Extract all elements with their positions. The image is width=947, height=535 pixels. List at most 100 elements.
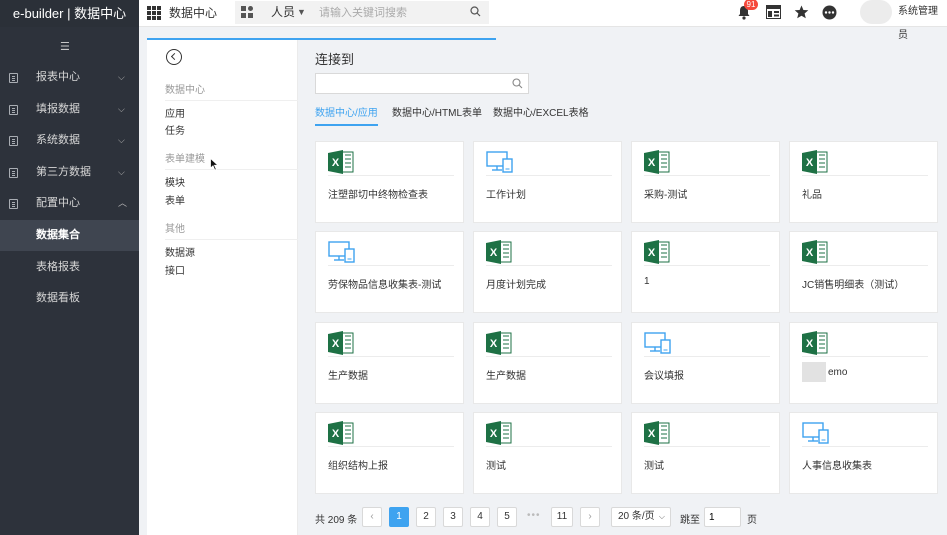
- card-label: 1: [644, 276, 650, 287]
- card-divider: [486, 356, 612, 357]
- app-window: e-builder | 数据中心 数据中心 人员 ▼ 91 系统管理员 ☰ 报表…: [0, 0, 947, 535]
- app-card[interactable]: 工作计划: [473, 141, 622, 223]
- app-card[interactable]: X1: [631, 231, 780, 313]
- app-card[interactable]: Xemo: [789, 322, 938, 404]
- panel-item-modules[interactable]: 模块: [165, 174, 185, 189]
- form-icon: [486, 150, 514, 177]
- excel-icon: X: [486, 331, 512, 358]
- app-card[interactable]: 劳保物品信息收集表-测试: [315, 231, 464, 313]
- app-card[interactable]: 会议填报: [631, 322, 780, 404]
- username[interactable]: 系统管理员: [898, 0, 947, 48]
- page-ellipsis[interactable]: •••: [527, 507, 541, 525]
- connect-search-input[interactable]: [320, 76, 505, 91]
- page-size-value: 20 条/页: [618, 511, 655, 522]
- svg-text:X: X: [332, 157, 340, 169]
- chevron-down-icon: ⌵: [118, 135, 125, 145]
- app-card[interactable]: X 测试: [473, 412, 622, 494]
- search-icon[interactable]: [512, 78, 523, 89]
- star-icon[interactable]: [794, 5, 809, 19]
- page-button[interactable]: 4: [470, 507, 490, 527]
- card-divider: [486, 446, 612, 447]
- form-icon: [644, 331, 672, 358]
- sidebar-subitem-data-collection[interactable]: 数据集合: [0, 220, 139, 251]
- excel-icon: X: [644, 421, 670, 448]
- avatar[interactable]: [860, 0, 892, 24]
- search-scope-select[interactable]: 人员: [271, 1, 295, 24]
- menu-collapse-icon[interactable]: ☰: [60, 40, 70, 53]
- svg-text:X: X: [648, 157, 656, 169]
- tab-data-center-excel[interactable]: 数据中心/EXCEL表格: [493, 104, 589, 124]
- tab-data-center-apps[interactable]: 数据中心/应用: [315, 104, 378, 126]
- document-icon: [9, 73, 18, 83]
- next-page-button[interactable]: ›: [580, 507, 600, 527]
- page-button[interactable]: 5: [497, 507, 517, 527]
- svg-text:X: X: [806, 338, 814, 350]
- sidebar-item-label: 第三方数据: [36, 166, 91, 178]
- card-divider: [328, 265, 454, 266]
- sidebar-item-fill-data[interactable]: 填报数据 ⌵: [0, 94, 139, 125]
- card-label: 礼品: [802, 190, 822, 201]
- document-icon: [9, 105, 18, 115]
- card-divider: [802, 446, 928, 447]
- module-title[interactable]: 数据中心: [169, 0, 217, 27]
- page-button[interactable]: 2: [416, 507, 436, 527]
- app-card[interactable]: X 注塑部切中终物检查表: [315, 141, 464, 223]
- sidebar-subitem-table-report[interactable]: 表格报表: [0, 252, 139, 283]
- page-button[interactable]: 3: [443, 507, 463, 527]
- tab-data-center-html-forms[interactable]: 数据中心/HTML表单: [392, 104, 482, 124]
- layout-icon[interactable]: [766, 5, 781, 19]
- card-label: 劳保物品信息收集表-测试: [328, 280, 442, 291]
- chevron-down-icon[interactable]: ▼: [297, 1, 306, 23]
- svg-text:X: X: [490, 247, 498, 259]
- jump-page-input[interactable]: [704, 507, 741, 527]
- page-size-select[interactable]: 20 条/页 ⌵: [611, 507, 671, 527]
- app-card[interactable]: X 生产数据: [473, 322, 622, 404]
- group-title-form-modeling: 表单建模: [165, 150, 298, 170]
- panel-item-tasks[interactable]: 任务: [165, 122, 185, 137]
- last-page-button[interactable]: 11: [551, 507, 573, 527]
- app-card[interactable]: 人事信息收集表: [789, 412, 938, 494]
- panel-item-data-source[interactable]: 数据源: [165, 244, 195, 259]
- app-card[interactable]: X 采购-测试: [631, 141, 780, 223]
- svg-text:X: X: [648, 428, 656, 440]
- sidebar-item-config-center[interactable]: 配置中心 ︿: [0, 188, 139, 219]
- more-icon[interactable]: [822, 5, 837, 20]
- app-card[interactable]: X 组织结构上报: [315, 412, 464, 494]
- sidebar-item-label: 配置中心: [36, 197, 80, 209]
- excel-icon: X: [486, 421, 512, 448]
- sidebar-item-report-center[interactable]: 报表中心 ⌵: [0, 62, 139, 93]
- panel-item-forms[interactable]: 表单: [165, 192, 185, 207]
- panel-item-apps[interactable]: 应用: [165, 105, 185, 120]
- sidebar-subitem-data-board[interactable]: 数据看板: [0, 283, 139, 314]
- app-card[interactable]: X 生产数据: [315, 322, 464, 404]
- card-label: 生产数据: [328, 371, 368, 382]
- prev-page-button[interactable]: ‹: [362, 507, 382, 527]
- app-card[interactable]: X 礼品: [789, 141, 938, 223]
- back-icon[interactable]: [166, 49, 182, 65]
- search-icon[interactable]: [470, 6, 481, 17]
- svg-text:X: X: [490, 338, 498, 350]
- app-grid-icon[interactable]: [147, 6, 161, 20]
- card-divider: [802, 175, 928, 176]
- chevron-down-icon: ⌵: [658, 512, 665, 521]
- jump-suffix: 页: [747, 515, 757, 526]
- excel-icon: X: [644, 150, 670, 177]
- jump-label: 跳至: [680, 515, 700, 526]
- sidebar-item-third-party-data[interactable]: 第三方数据 ⌵: [0, 157, 139, 188]
- mouse-cursor-icon: [210, 158, 219, 171]
- card-label: 生产数据: [486, 371, 526, 382]
- search-category-icon[interactable]: [241, 6, 253, 18]
- app-card[interactable]: X 月度计划完成: [473, 231, 622, 313]
- card-divider: [644, 265, 770, 266]
- sidebar-item-system-data[interactable]: 系统数据 ⌵: [0, 125, 139, 156]
- panel-item-interface[interactable]: 接口: [165, 262, 185, 277]
- page-button[interactable]: 1: [389, 507, 409, 527]
- search-input[interactable]: [319, 3, 459, 22]
- page-title: 连接到: [315, 52, 355, 67]
- app-card[interactable]: X JC销售明细表（测试）: [789, 231, 938, 313]
- sidebar: ☰ 报表中心 ⌵ 填报数据 ⌵ 系统数据 ⌵ 第三方数据 ⌵ 配置中心 ︿ 数据…: [0, 27, 139, 535]
- card-divider: [486, 175, 612, 176]
- sidebar-item-label: 填报数据: [36, 103, 80, 115]
- app-card[interactable]: X 测试: [631, 412, 780, 494]
- card-label: 组织结构上报: [328, 461, 388, 472]
